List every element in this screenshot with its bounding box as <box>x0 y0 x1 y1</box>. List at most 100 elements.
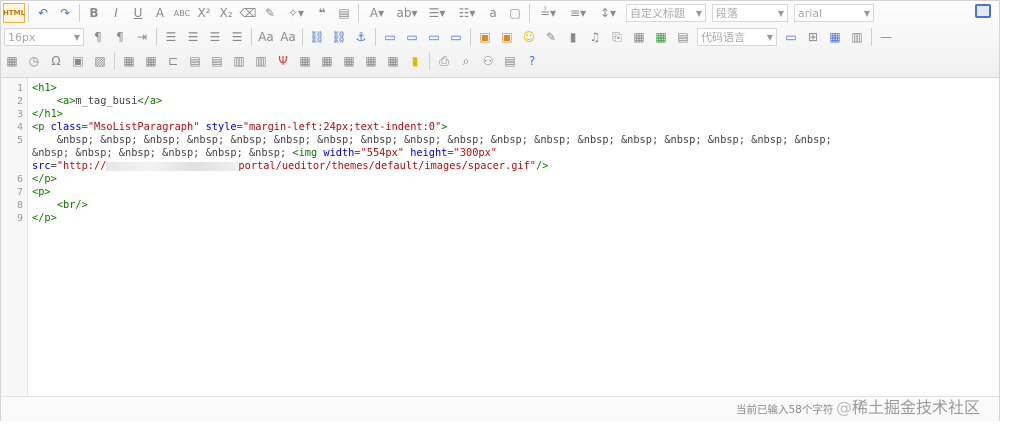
superscript-icon[interactable]: X² <box>195 4 213 22</box>
italic-icon[interactable]: I <box>107 4 125 22</box>
row-spacing-bottom-icon[interactable]: ≡▾ <box>565 4 591 22</box>
delete-row-icon[interactable]: ▤ <box>208 52 226 70</box>
horizontal-icon[interactable]: ▥ <box>848 28 866 46</box>
subscript-icon[interactable]: X₂ <box>217 4 235 22</box>
undo-icon[interactable]: ↶ <box>34 4 52 22</box>
insert-image-icon[interactable]: ▣ <box>476 28 494 46</box>
bold-icon[interactable]: B <box>85 4 103 22</box>
image-center-icon[interactable]: ▭ <box>447 28 465 46</box>
split-to-cells-icon[interactable]: ▦ <box>340 52 358 70</box>
font-family-select[interactable]: arial ▼ <box>794 4 874 22</box>
anchor-icon[interactable]: ⚓ <box>352 28 370 46</box>
paragraph-select[interactable]: 段落 ▼ <box>712 4 788 22</box>
wordimage-icon[interactable]: ▣ <box>69 52 87 70</box>
to-lowercase-icon[interactable]: Aa <box>279 28 297 46</box>
clear-doc-icon[interactable]: ▢ <box>506 4 524 22</box>
underline-icon[interactable]: U <box>129 4 147 22</box>
ltr-icon[interactable]: ¶ <box>89 28 107 46</box>
insert-paragraph-before-table-icon[interactable]: ⊏ <box>164 52 182 70</box>
indent-icon[interactable]: ⇥ <box>133 28 151 46</box>
unordered-list-icon[interactable]: ☷▾ <box>454 4 480 22</box>
multi-image-icon[interactable]: ▣ <box>498 28 516 46</box>
split-to-rows-icon[interactable]: ▦ <box>362 52 380 70</box>
blockquote-icon[interactable]: ❝ <box>313 4 331 22</box>
code-tag: <br/> <box>56 199 88 211</box>
merge-down-icon[interactable]: ▦ <box>318 52 336 70</box>
chart-icon[interactable]: ▮ <box>406 52 424 70</box>
snapscreen-icon[interactable]: ▨ <box>91 52 109 70</box>
line-height-icon[interactable]: ↕▾ <box>595 4 621 22</box>
emotion-icon[interactable]: ☺ <box>520 28 538 46</box>
music-icon[interactable]: ♫ <box>586 28 604 46</box>
format-painter-icon[interactable]: ✎ <box>261 4 279 22</box>
merge-right-icon[interactable]: ▦ <box>296 52 314 70</box>
unlink-icon[interactable]: ⛓ <box>330 28 348 46</box>
code-language-select[interactable]: 代码语言 ▼ <box>697 28 777 46</box>
row-spacing-top-icon[interactable]: ≟▾ <box>535 4 561 22</box>
align-right-icon[interactable]: ☰ <box>206 28 224 46</box>
ordered-list-icon[interactable]: ☰▾ <box>424 4 450 22</box>
help-icon[interactable]: ? <box>523 52 541 70</box>
toolbar-separator <box>156 28 157 46</box>
rich-text-editor: HTML ↶ ↷ B I U A ABC X² X₂ ⌫ ✎ ✧▾ ❝ ▤ A▾… <box>0 0 1000 421</box>
image-left-icon[interactable]: ▭ <box>403 28 421 46</box>
code-tag: <p <box>32 121 51 133</box>
image-none-icon[interactable]: ▭ <box>381 28 399 46</box>
paste-plain-icon[interactable]: ▤ <box>335 4 353 22</box>
date-icon[interactable]: ▦ <box>3 52 21 70</box>
line-number: 3 <box>16 109 23 120</box>
map-icon[interactable]: ▦ <box>630 28 648 46</box>
print-icon[interactable]: ⎙ <box>435 52 453 70</box>
split-to-cols-icon[interactable]: ▦ <box>384 52 402 70</box>
background-color-icon[interactable]: ab▾ <box>394 4 420 22</box>
align-center-icon[interactable]: ☰ <box>184 28 202 46</box>
image-right-icon[interactable]: ▭ <box>425 28 443 46</box>
custom-title-select[interactable]: 自定义标题 ▼ <box>626 4 706 22</box>
eraser-icon[interactable]: ⌫ <box>239 4 257 22</box>
code-line: </p> <box>32 212 57 224</box>
link-icon[interactable]: ⛓ <box>308 28 326 46</box>
page-break-icon[interactable]: ▭ <box>782 28 800 46</box>
insert-video-icon[interactable]: ▮ <box>564 28 582 46</box>
insert-table-icon[interactable]: ▦ <box>120 52 138 70</box>
merge-cells-icon[interactable]: Ψ <box>274 52 292 70</box>
delete-table-icon[interactable]: ▦ <box>142 52 160 70</box>
code-line: <p class="MsoListParagraph" style="margi… <box>32 121 448 133</box>
preview-icon[interactable]: ⌕ <box>457 52 475 70</box>
insert-frame-icon[interactable]: ▤ <box>674 28 692 46</box>
font-size-select[interactable]: 16px ▼ <box>4 28 84 46</box>
at-icon: @ <box>836 398 852 417</box>
scrawl-icon[interactable]: ✎ <box>542 28 560 46</box>
font-color-icon[interactable]: A▾ <box>364 4 390 22</box>
html-source-button[interactable]: HTML <box>3 3 25 23</box>
drafts-icon[interactable]: ▤ <box>501 52 519 70</box>
strikethrough-icon[interactable]: ABC <box>173 4 191 22</box>
source-code-area[interactable]: 1 2 3 4 5 6 7 8 9 <h1> <a>m_tag_busi</a>… <box>1 78 999 396</box>
toolbar-row-2: 16px ▼ ¶ ¶ ⇥ ☰ ☰ ☰ ☰ Aa Aa ⛓ ⛓ ⚓ ▭ ▭ ▭ ▭ … <box>1 25 897 49</box>
font-border-icon[interactable]: A <box>151 4 169 22</box>
delete-col-icon[interactable]: ▥ <box>252 52 270 70</box>
search-replace-icon[interactable]: ⚇ <box>479 52 497 70</box>
paragraph-value: 段落 <box>716 7 738 20</box>
horizontal-rule-icon[interactable]: — <box>877 28 895 46</box>
align-justify-icon[interactable]: ☰ <box>228 28 246 46</box>
gmap-icon[interactable]: ▦ <box>652 28 670 46</box>
redo-icon[interactable]: ↷ <box>56 4 74 22</box>
to-uppercase-icon[interactable]: Aa <box>257 28 275 46</box>
font-family-value: arial <box>798 6 823 20</box>
code-tag: </p> <box>32 173 57 185</box>
fullscreen-icon[interactable] <box>975 4 991 18</box>
template-icon[interactable]: ⊞ <box>804 28 822 46</box>
select-all-icon[interactable]: a <box>484 4 502 22</box>
align-left-icon[interactable]: ☰ <box>162 28 180 46</box>
attachment-icon[interactable]: ⎘ <box>608 28 626 46</box>
background-icon[interactable]: ▦ <box>826 28 844 46</box>
rtl-icon[interactable]: ¶ <box>111 28 129 46</box>
auto-typeset-icon[interactable]: ✧▾ <box>283 4 309 22</box>
insert-row-icon[interactable]: ▤ <box>186 52 204 70</box>
toolbar-separator <box>470 28 471 46</box>
special-chars-icon[interactable]: Ω <box>47 52 65 70</box>
insert-col-icon[interactable]: ▥ <box>230 52 248 70</box>
time-icon[interactable]: ◷ <box>25 52 43 70</box>
code-string: portal/ueditor/themes/default/images/spa… <box>238 160 536 172</box>
